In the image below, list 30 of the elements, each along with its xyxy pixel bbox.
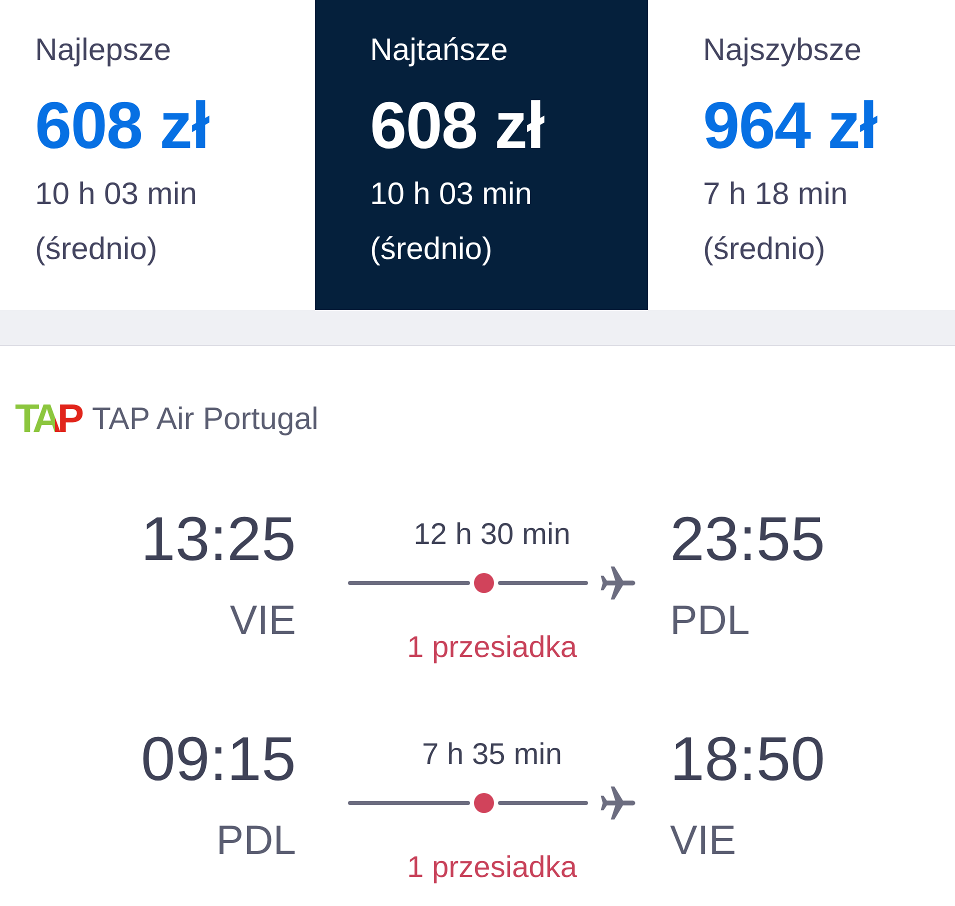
departure-airport: VIE [230,596,296,645]
departure-time: 13:25 [140,505,296,575]
airline-name: TAP Air Portugal [92,400,318,438]
tab-label: Najszybsze [703,31,862,69]
flight-duration: 7 h 35 min [422,737,562,773]
stops-count: 1 przesiadka [406,630,578,666]
tab-duration: 10 h 03 min [35,175,197,213]
sort-tab[interactable]: Najtańsze 608 zł 10 h 03 min (średnio) [315,0,648,310]
plane-icon [600,785,636,821]
tab-duration: 10 h 03 min [370,175,532,213]
tab-note: (średnio) [703,230,826,268]
tab-price: 608 zł [370,87,544,163]
stop-dot-icon [474,573,494,593]
stop-dot-icon [474,793,494,813]
tab-label: Najtańsze [370,31,508,69]
tab-label: Najlepsze [35,31,172,69]
stops-count: 1 przesiadka [406,850,578,886]
plane-icon [600,565,636,601]
arrival-airport: VIE [670,816,736,865]
tab-duration: 7 h 18 min [703,175,848,213]
tab-price: 964 zł [703,87,877,163]
arrival-time: 23:55 [670,505,826,575]
departure-airport: PDL [216,816,296,865]
tab-note: (średnio) [370,230,492,268]
tab-note: (średnio) [35,230,158,268]
arrival-airport: PDL [670,596,750,645]
departure-time: 09:15 [140,725,296,795]
arrival-time: 18:50 [670,725,826,795]
tab-price: 608 zł [35,87,209,163]
flight-duration: 12 h 30 min [414,517,570,553]
